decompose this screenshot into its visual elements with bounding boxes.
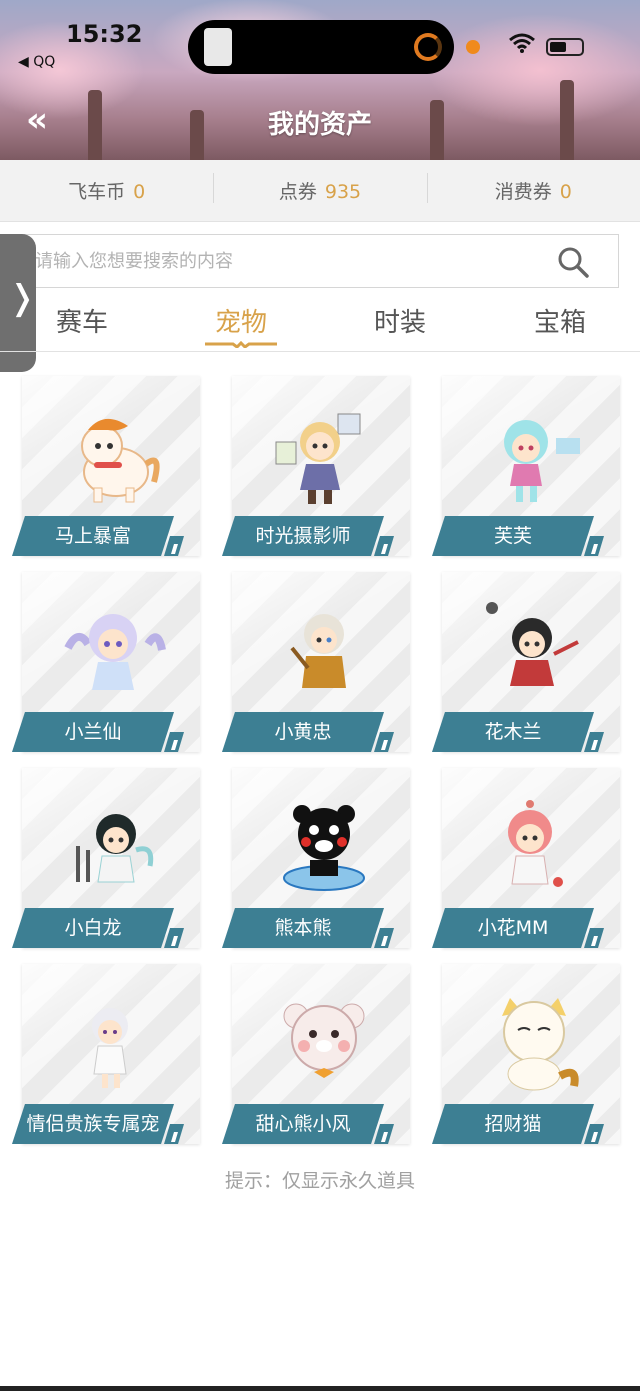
page-title: 我的资产 xyxy=(267,110,372,140)
search-input[interactable] xyxy=(35,235,535,287)
pet-card[interactable]: 小白龙 xyxy=(12,768,200,948)
pet-name-label: 情侣贵族专属宠 xyxy=(12,1104,174,1144)
pet-name-label: 时光摄影师 xyxy=(222,516,384,556)
pet-avatar-fufu xyxy=(504,420,580,502)
corner-mark-icon xyxy=(584,928,604,948)
tab-racecar[interactable]: 赛车 xyxy=(56,302,108,339)
pet-name-label: 小白龙 xyxy=(12,908,174,948)
currency-bar: 飞车币 0 点券 935 消费券 0 xyxy=(0,160,640,222)
pet-card[interactable]: 小花MM xyxy=(432,768,620,948)
tab-pet[interactable]: 宠物 xyxy=(215,302,267,339)
pet-name-label: 小兰仙 xyxy=(12,712,174,752)
tab-fashion[interactable]: 时装 xyxy=(374,302,426,339)
corner-mark-icon xyxy=(164,732,184,752)
screen: 15:32 ◀ QQ ‹‹ 我的资产 飞车币 0 点券 935 消费券 0 请输… xyxy=(0,0,640,1391)
pet-card[interactable]: 小兰仙 xyxy=(12,572,200,752)
corner-mark-icon xyxy=(584,536,604,556)
header-banner: 15:32 ◀ QQ ‹‹ 我的资产 xyxy=(0,0,640,160)
pet-name-label: 熊本熊 xyxy=(222,908,384,948)
pet-card[interactable]: 招财猫 xyxy=(432,964,620,1144)
corner-mark-icon xyxy=(164,928,184,948)
currency-value: 935 xyxy=(324,181,362,203)
status-time: 15:32 xyxy=(66,20,143,48)
corner-mark-icon xyxy=(374,536,394,556)
pet-avatar-horse xyxy=(81,418,160,503)
pet-avatar-xiaohuamm xyxy=(508,800,563,887)
pet-avatar-xiaobailong xyxy=(76,814,154,883)
corner-mark-icon xyxy=(374,732,394,752)
bottom-edge xyxy=(0,1386,640,1391)
pet-avatar-couple-noble xyxy=(92,1008,128,1088)
dynamic-island xyxy=(188,20,454,74)
pet-name-label: 招财猫 xyxy=(432,1104,594,1144)
active-tab-indicator xyxy=(205,340,277,348)
category-tabs: 赛车 宠物 时装 宝箱 xyxy=(0,296,640,352)
pet-avatar-photographer xyxy=(275,413,361,504)
pet-card[interactable]: 芙芙 xyxy=(432,376,620,556)
currency-label: 消费券 xyxy=(494,181,552,203)
pet-avatar-sweetheart-bear xyxy=(283,1003,365,1078)
footer-hint: 提示：仅显示永久道具 xyxy=(224,1170,415,1192)
status-back-app[interactable]: ◀ QQ xyxy=(18,54,55,70)
currency-value: 0 xyxy=(559,181,572,203)
currency-label: 点券 xyxy=(278,181,317,203)
corner-mark-icon xyxy=(584,1124,604,1144)
pet-avatar-kumamon xyxy=(283,805,365,891)
pet-card[interactable]: 小黄忠 xyxy=(222,572,410,752)
currency-item-feicheb: 飞车币 0 xyxy=(0,177,213,204)
pet-name-label: 芙芙 xyxy=(432,516,594,556)
pet-name-label: 花木兰 xyxy=(432,712,594,752)
island-thumbnail xyxy=(204,28,232,66)
corner-mark-icon xyxy=(164,1124,184,1144)
pet-name-label: 甜心熊小风 xyxy=(222,1104,384,1144)
pet-card[interactable]: 甜心熊小风 xyxy=(222,964,410,1144)
pet-name-label: 马上暴富 xyxy=(12,516,174,556)
island-progress-ring xyxy=(414,33,442,61)
pet-avatar-lucky-cat xyxy=(502,998,579,1091)
pet-avatar-lanxian xyxy=(64,614,166,690)
corner-mark-icon xyxy=(374,1124,394,1144)
pet-card[interactable]: 马上暴富 xyxy=(12,376,200,556)
battery-icon xyxy=(546,38,584,56)
currency-item-xiaofeiquan: 消费券 0 xyxy=(426,173,640,204)
pet-avatar-mulan xyxy=(486,602,579,686)
currency-label: 飞车币 xyxy=(68,181,126,203)
pet-name-label: 小花MM xyxy=(432,908,594,948)
recording-dot xyxy=(466,40,480,54)
corner-mark-icon xyxy=(164,536,184,556)
pet-card[interactable]: 情侣贵族专属宠 xyxy=(12,964,200,1144)
pet-card[interactable]: 时光摄影师 xyxy=(222,376,410,556)
search-icon[interactable] xyxy=(556,245,590,279)
pet-card[interactable]: 花木兰 xyxy=(432,572,620,752)
corner-mark-icon xyxy=(374,928,394,948)
tab-treasure-box[interactable]: 宝箱 xyxy=(534,302,586,339)
pet-card[interactable]: 熊本熊 xyxy=(222,768,410,948)
pet-avatar-huangzhong xyxy=(290,614,346,688)
pet-name-label: 小黄忠 xyxy=(222,712,384,752)
wifi-icon xyxy=(508,32,536,60)
battery-level xyxy=(550,42,566,52)
search-box xyxy=(20,234,619,288)
corner-mark-icon xyxy=(584,732,604,752)
currency-item-dianquan: 点券 935 xyxy=(213,173,426,204)
currency-value: 0 xyxy=(133,181,146,203)
